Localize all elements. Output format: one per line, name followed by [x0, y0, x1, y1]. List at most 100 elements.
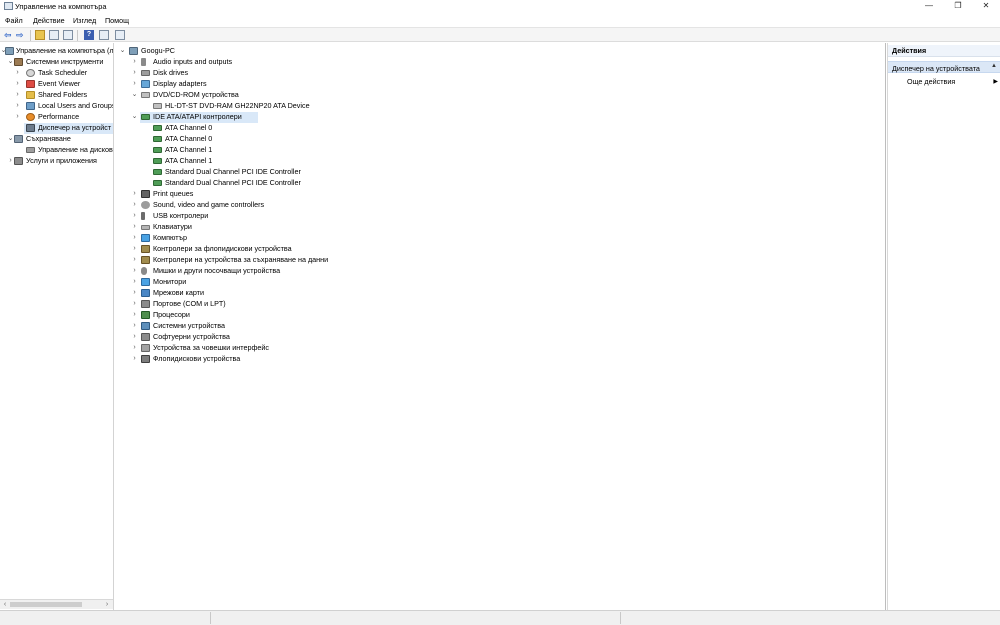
device-category[interactable]: › Audio inputs and outputs [115, 57, 885, 68]
device-category[interactable]: › Print queues [115, 189, 885, 200]
device-category[interactable]: › Монитори [115, 277, 885, 288]
device-manager-icon[interactable] [115, 30, 125, 40]
device-category[interactable]: IDE ATA/ATAPI контролери [140, 112, 258, 123]
menu-help[interactable]: Помощ [105, 16, 129, 25]
device-category[interactable]: › Процесори [115, 310, 885, 321]
chevron-right-icon[interactable]: › [131, 299, 138, 309]
device-item[interactable]: ATA Channel 0 [115, 134, 885, 145]
minimize-button[interactable]: — [915, 0, 943, 13]
chevron-right-icon[interactable]: › [14, 79, 21, 89]
device-category[interactable]: › Мишки и други посочващи устройства [115, 266, 885, 277]
tree-local-users[interactable]: › Local Users and Groups [0, 101, 113, 112]
chevron-right-icon[interactable]: › [131, 244, 138, 254]
collapse-caret-icon[interactable]: ▲ [991, 63, 997, 69]
close-button[interactable]: ✕ [972, 0, 1000, 13]
chevron-right-icon[interactable]: › [131, 79, 138, 89]
device-item[interactable]: ATA Channel 1 [115, 145, 885, 156]
menu-file[interactable]: Файл [5, 16, 23, 25]
tree-task-scheduler[interactable]: › Task Scheduler [0, 68, 113, 79]
chevron-right-icon[interactable]: › [131, 233, 138, 243]
chevron-right-icon[interactable]: › [131, 310, 138, 320]
device-category[interactable]: › Клавиатури [115, 222, 885, 233]
device-item-label: ATA Channel 1 [165, 145, 213, 154]
computer-icon [141, 234, 150, 242]
tree-system-tools[interactable]: ⌄ Системни инструменти [0, 57, 113, 68]
chevron-right-icon[interactable]: › [131, 343, 138, 353]
menu-action[interactable]: Действие [33, 16, 65, 25]
device-root[interactable]: ⌄ Googu-PC [115, 46, 885, 57]
chevron-right-icon[interactable]: › [131, 211, 138, 221]
tree-root-label: Управление на компютъра (л [16, 46, 114, 55]
chevron-down-icon[interactable]: ⌄ [7, 57, 14, 67]
horizontal-scrollbar[interactable]: ‹ › [0, 599, 113, 609]
chevron-down-icon[interactable]: ⌄ [131, 90, 138, 100]
chevron-right-icon[interactable]: › [131, 354, 138, 364]
computer-management-icon [5, 47, 14, 55]
menu-view[interactable]: Изглед [73, 16, 96, 25]
action-pane-icon[interactable] [99, 30, 109, 40]
chevron-right-icon[interactable]: › [131, 288, 138, 298]
device-category[interactable]: › Disk drives [115, 68, 885, 79]
chevron-down-icon[interactable]: ⌄ [119, 46, 126, 56]
chevron-right-icon[interactable]: › [131, 189, 138, 199]
device-category[interactable]: › Контролери за флопидискови устройства [115, 244, 885, 255]
chevron-right-icon[interactable]: › [131, 266, 138, 276]
chevron-down-icon[interactable]: ⌄ [7, 134, 14, 144]
up-folder-icon[interactable] [35, 30, 45, 40]
device-category[interactable]: › Display adapters [115, 79, 885, 90]
device-category-label: Display adapters [153, 79, 207, 88]
more-actions-item[interactable]: Още действия ▶ [907, 77, 998, 87]
device-category[interactable]: › Sound, video and game controllers [115, 200, 885, 211]
help-icon[interactable]: ? [84, 30, 94, 40]
tree-performance[interactable]: › Performance [0, 112, 113, 123]
device-category[interactable]: › Мрежови карти [115, 288, 885, 299]
tree-shared-folders[interactable]: › Shared Folders [0, 90, 113, 101]
tree-disk-management[interactable]: Управление на дисков [0, 145, 113, 156]
chevron-right-icon[interactable]: › [131, 57, 138, 67]
device-category[interactable]: › Системни устройства [115, 321, 885, 332]
chevron-right-icon[interactable]: › [131, 255, 138, 265]
chevron-right-icon[interactable]: › [131, 332, 138, 342]
actions-section-device-manager[interactable]: Диспечер на устройствата ▲ [888, 61, 1000, 73]
device-category[interactable]: › Портове (COM и LPT) [115, 299, 885, 310]
properties-icon[interactable] [63, 30, 73, 40]
chevron-right-icon[interactable]: › [131, 200, 138, 210]
device-category[interactable]: › Компютър [115, 233, 885, 244]
device-category-label: Компютър [153, 233, 188, 242]
chevron-right-icon[interactable]: › [14, 68, 21, 78]
tree-services[interactable]: › Услуги и приложения [0, 156, 113, 167]
chevron-right-icon[interactable]: › [14, 112, 21, 122]
scroll-thumb[interactable] [10, 602, 82, 607]
device-category[interactable]: › Контролери на устройства за съхраняван… [115, 255, 885, 266]
scroll-right-icon[interactable]: › [103, 601, 111, 609]
chevron-right-icon[interactable]: › [14, 101, 21, 111]
back-icon[interactable]: ⇦ [4, 30, 14, 40]
device-category[interactable]: › USB контролери [115, 211, 885, 222]
device-category[interactable]: › Флопидискови устройства [115, 354, 885, 365]
chevron-right-icon[interactable]: › [131, 68, 138, 78]
device-item[interactable]: ATA Channel 1 [115, 156, 885, 167]
tree-event-viewer[interactable]: › Event Viewer [0, 79, 113, 90]
chevron-right-icon[interactable]: › [7, 156, 14, 166]
device-item[interactable]: ATA Channel 0 [115, 123, 885, 134]
device-item[interactable]: HL-DT-ST DVD-RAM GH22NP20 ATA Device [115, 101, 885, 112]
sound-icon [141, 201, 150, 209]
tree-root[interactable]: ⌄ Управление на компютъра (л [0, 46, 113, 57]
maximize-button[interactable]: ❐ [944, 0, 972, 13]
device-category[interactable]: › Софтуерни устройства [115, 332, 885, 343]
forward-icon[interactable]: ⇨ [16, 30, 26, 40]
scroll-left-icon[interactable]: ‹ [1, 601, 9, 609]
tree-device-manager[interactable]: Диспечер на устройст [24, 123, 113, 134]
chevron-right-icon[interactable]: › [131, 277, 138, 287]
chevron-right-icon[interactable]: › [131, 321, 138, 331]
chevron-right-icon[interactable]: › [14, 90, 21, 100]
device-category[interactable]: › Устройства за човешки интерфейс [115, 343, 885, 354]
tree-storage[interactable]: ⌄ Съхраняване [0, 134, 113, 145]
chevron-right-icon[interactable]: › [131, 222, 138, 232]
chevron-down-icon[interactable]: ⌄ [131, 112, 138, 122]
show-hide-console-tree-icon[interactable] [49, 30, 59, 40]
event-viewer-icon [26, 80, 35, 88]
device-item[interactable]: Standard Dual Channel PCI IDE Controller [115, 167, 885, 178]
device-item[interactable]: Standard Dual Channel PCI IDE Controller [115, 178, 885, 189]
device-category[interactable]: ⌄ DVD/CD-ROM устройства [115, 90, 885, 101]
